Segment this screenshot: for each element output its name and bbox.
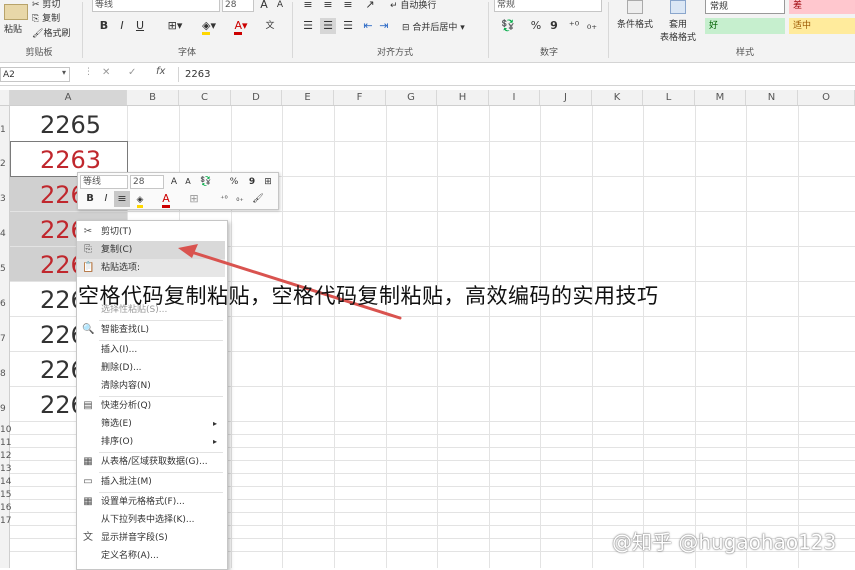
watermark: @知乎 @hugaohao123 — [612, 530, 837, 554]
overlay-title: 空格代码复制粘贴，空格代码复制粘贴，高效编码的实用技巧 — [78, 284, 659, 308]
